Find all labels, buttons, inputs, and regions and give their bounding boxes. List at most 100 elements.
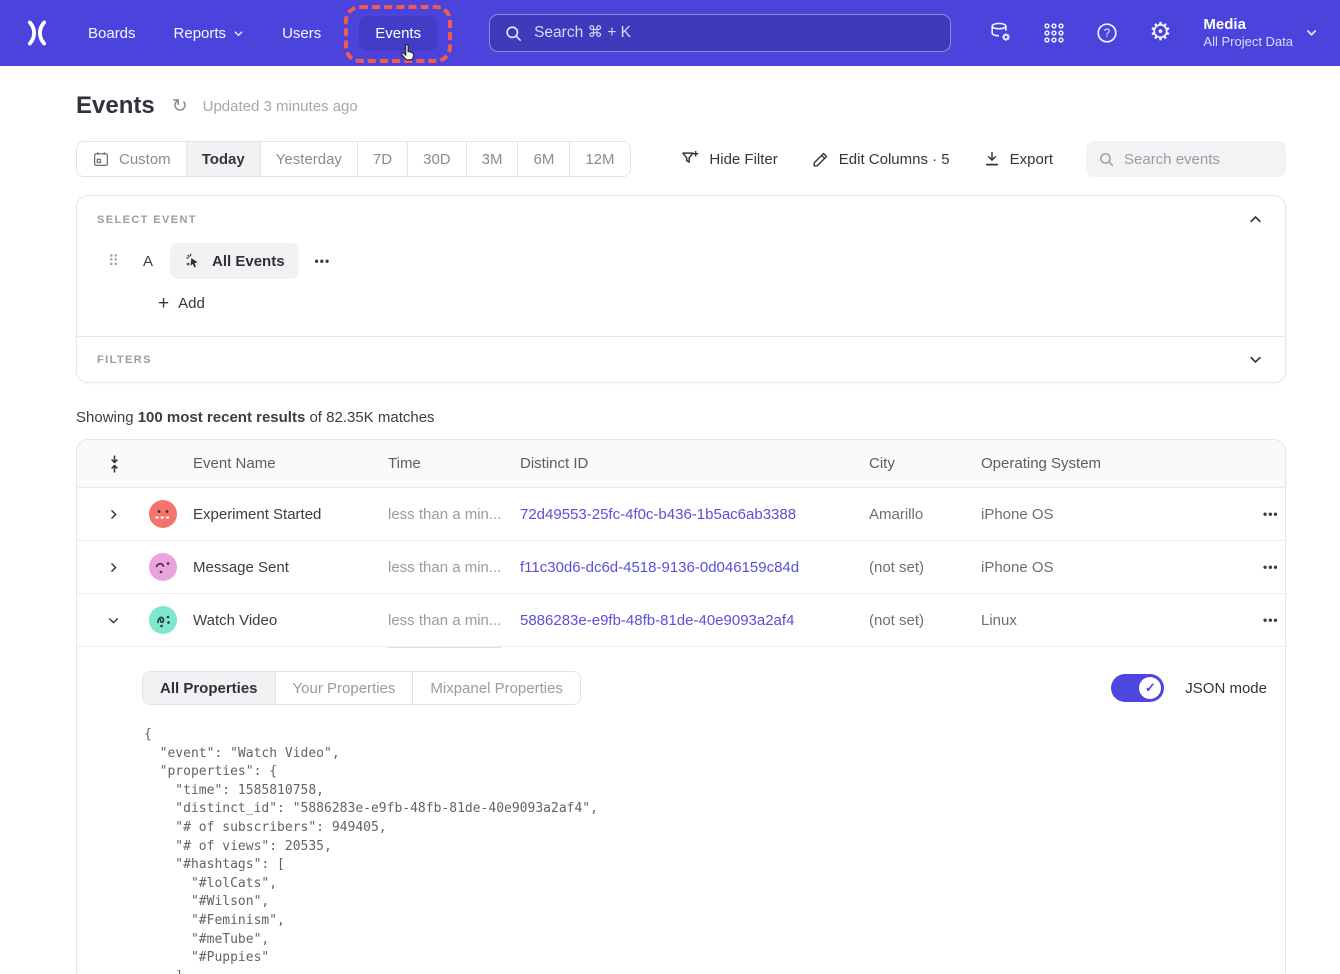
- updated-timestamp: Updated 3 minutes ago: [203, 98, 358, 115]
- plus-icon: +: [158, 294, 169, 313]
- chevron-right-icon[interactable]: [107, 508, 121, 521]
- hide-filter-button[interactable]: Hide Filter: [680, 149, 777, 169]
- search-events-field[interactable]: [1086, 141, 1286, 177]
- global-search[interactable]: [489, 14, 951, 52]
- search-icon: [1098, 151, 1115, 168]
- all-events-selector[interactable]: All Events: [170, 243, 299, 279]
- data-management-icon[interactable]: [989, 21, 1013, 45]
- add-event-button[interactable]: + Add: [158, 294, 205, 313]
- os-cell: iPhone OS: [981, 559, 1191, 576]
- expand-section-chevron-down-icon[interactable]: [1248, 352, 1263, 367]
- more-options-icon[interactable]: •••: [315, 254, 331, 268]
- nav-item-reports[interactable]: Reports: [174, 25, 245, 42]
- project-scope: All Project Data: [1203, 34, 1293, 51]
- date-range-6m[interactable]: 6M: [517, 142, 569, 176]
- date-range-custom[interactable]: Custom: [77, 142, 186, 176]
- sort-updown-icon[interactable]: [107, 454, 137, 474]
- event-name-cell: Experiment Started: [193, 506, 388, 523]
- all-events-icon: [184, 252, 203, 271]
- chevron-down-icon: [1305, 26, 1318, 39]
- project-name: Media: [1203, 15, 1293, 35]
- column-header-city: City: [869, 455, 981, 472]
- json-mode-toggle[interactable]: ✓: [1111, 674, 1164, 702]
- global-search-input[interactable]: [534, 24, 936, 42]
- city-cell: (not set): [869, 612, 981, 629]
- os-cell: iPhone OS: [981, 506, 1191, 523]
- pencil-icon: [811, 150, 830, 169]
- table-row[interactable]: Watch Video less than a min... 5886283e-…: [77, 594, 1285, 647]
- toggle-check-icon: ✓: [1139, 677, 1161, 699]
- events-table: Event Name Time Distinct ID City Operati…: [76, 439, 1286, 974]
- table-row[interactable]: Experiment Started less than a min... 72…: [77, 488, 1285, 541]
- os-cell: Linux: [981, 612, 1191, 629]
- settings-gear-icon[interactable]: ⚙: [1148, 21, 1172, 45]
- cursor-hand-icon: [398, 42, 421, 65]
- table-row[interactable]: Message Sent less than a min... f11c30d6…: [77, 541, 1285, 594]
- properties-tabs: All Properties Your Properties Mixpanel …: [142, 671, 581, 705]
- distinct-id-link[interactable]: 5886283e-e9fb-48fb-81de-40e9093a2af4: [520, 612, 794, 629]
- chevron-down-icon[interactable]: [107, 614, 121, 627]
- refresh-icon[interactable]: ↻: [172, 97, 188, 116]
- help-icon[interactable]: ?: [1095, 21, 1119, 45]
- date-range-yesterday[interactable]: Yesterday: [260, 142, 357, 176]
- row-more-icon[interactable]: •••: [1191, 613, 1279, 627]
- filters-label: FILTERS: [97, 354, 152, 366]
- query-builder-card: SELECT EVENT ⠿ A All Events: [76, 195, 1286, 383]
- mixpanel-logo[interactable]: [22, 18, 52, 48]
- calendar-icon: [92, 150, 110, 168]
- distinct-id-cell: 72d49553-25fc-4f0c-b436-1b5ac6ab3388: [520, 506, 869, 523]
- top-nav: Boards Reports Users Events: [0, 0, 1340, 66]
- distinct-id-cell: f11c30d6-dc6d-4518-9136-0d046159c84d: [520, 559, 869, 576]
- filters-section[interactable]: FILTERS: [77, 337, 1285, 382]
- time-cell: less than a min...: [388, 506, 520, 523]
- tab-mixpanel-properties[interactable]: Mixpanel Properties: [412, 672, 580, 704]
- page-title: Events: [76, 92, 155, 120]
- date-range-7d[interactable]: 7D: [357, 142, 407, 176]
- event-avatar: [149, 500, 177, 528]
- row-more-icon[interactable]: •••: [1191, 507, 1279, 521]
- funnel-icon: [680, 149, 700, 169]
- city-cell: (not set): [869, 559, 981, 576]
- nav-item-boards[interactable]: Boards: [88, 25, 136, 42]
- json-mode-label: JSON mode: [1185, 680, 1267, 697]
- results-count: 100 most recent results: [138, 409, 306, 426]
- event-avatar: [149, 553, 177, 581]
- date-range-today[interactable]: Today: [186, 142, 260, 176]
- select-event-label: SELECT EVENT: [97, 214, 197, 226]
- download-icon: [983, 150, 1001, 168]
- distinct-id-link[interactable]: f11c30d6-dc6d-4518-9136-0d046159c84d: [520, 559, 799, 576]
- project-selector[interactable]: Media All Project Data: [1203, 15, 1318, 51]
- nav-item-users[interactable]: Users: [282, 25, 321, 42]
- distinct-id-link[interactable]: 72d49553-25fc-4f0c-b436-1b5ac6ab3388: [520, 506, 796, 523]
- column-header-event-name: Event Name: [193, 455, 388, 472]
- event-detail-panel: All Properties Your Properties Mixpanel …: [77, 647, 1285, 974]
- event-row-letter: A: [143, 253, 153, 270]
- collapse-section-chevron-up-icon[interactable]: [1248, 212, 1263, 227]
- results-summary: Showing 100 most recent results of 82.35…: [76, 409, 1286, 426]
- event-name-cell: Watch Video: [193, 612, 388, 629]
- tab-all-properties[interactable]: All Properties: [143, 672, 275, 704]
- apps-grid-icon[interactable]: [1042, 21, 1066, 45]
- city-cell: Amarillo: [869, 506, 981, 523]
- search-events-input[interactable]: [1124, 151, 1274, 168]
- date-range-30d[interactable]: 30D: [407, 142, 466, 176]
- export-button[interactable]: Export: [983, 150, 1053, 168]
- time-cell: less than a min...: [388, 559, 520, 576]
- distinct-id-cell: 5886283e-e9fb-48fb-81de-40e9093a2af4: [520, 612, 869, 629]
- drag-handle-icon[interactable]: ⠿: [108, 252, 118, 270]
- chevron-down-icon: [233, 28, 244, 39]
- column-header-os: Operating System: [981, 455, 1191, 472]
- edit-columns-button[interactable]: Edit Columns · 5: [811, 150, 950, 169]
- tab-your-properties[interactable]: Your Properties: [275, 672, 413, 704]
- svg-text:?: ?: [1104, 28, 1110, 40]
- event-json-viewer: { "event": "Watch Video", "properties": …: [144, 726, 1267, 974]
- chevron-right-icon[interactable]: [107, 561, 121, 574]
- table-header-row: Event Name Time Distinct ID City Operati…: [77, 440, 1285, 488]
- row-more-icon[interactable]: •••: [1191, 560, 1279, 574]
- date-range-3m[interactable]: 3M: [466, 142, 518, 176]
- column-header-time: Time: [388, 455, 520, 472]
- column-header-distinct-id: Distinct ID: [520, 455, 869, 472]
- search-icon: [504, 24, 523, 43]
- date-range-control: Custom Today Yesterday 7D 30D 3M 6M 12M: [76, 141, 631, 177]
- date-range-12m[interactable]: 12M: [569, 142, 629, 176]
